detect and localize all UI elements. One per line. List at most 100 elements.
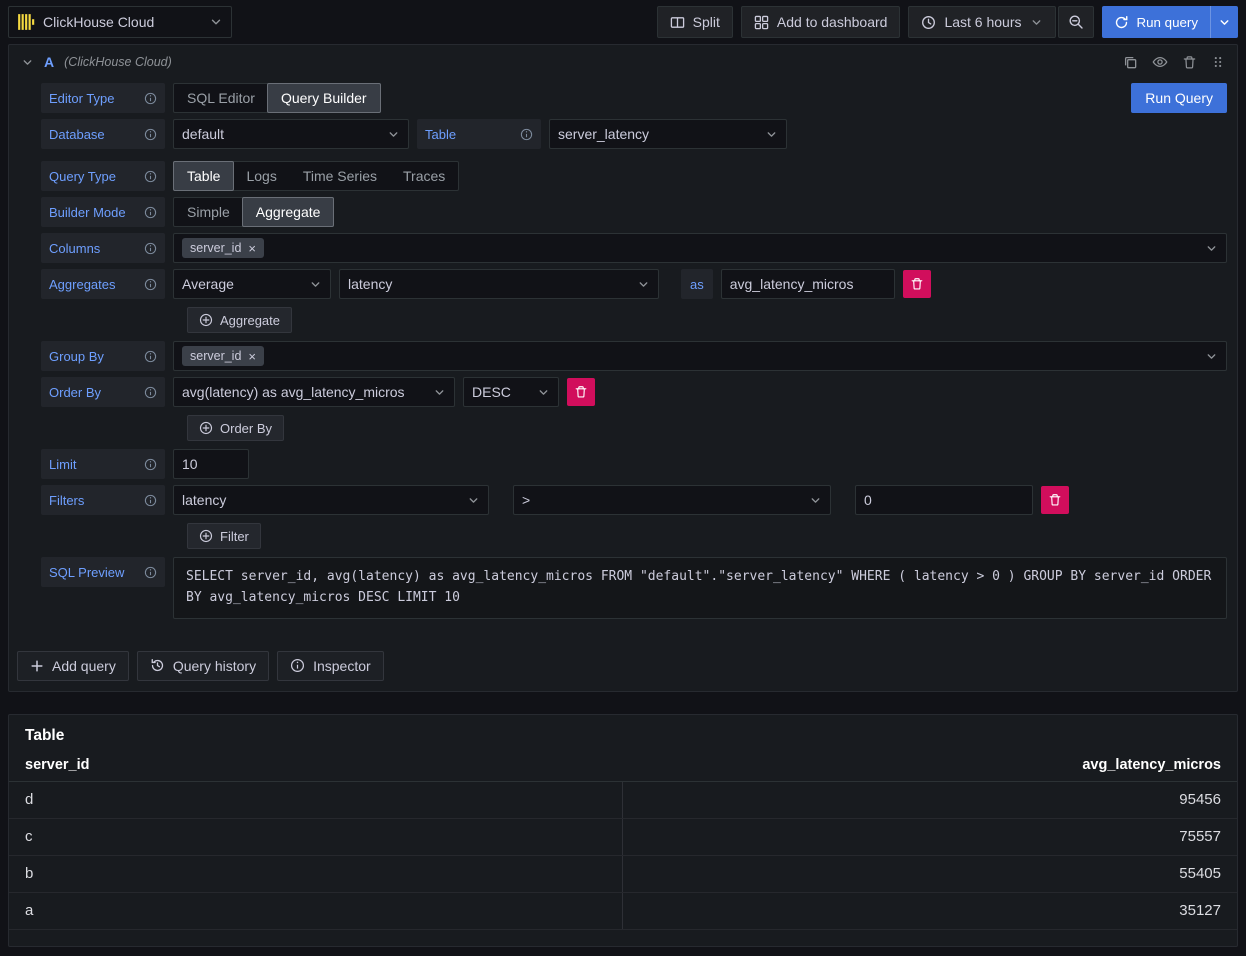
filter-field-select[interactable]: latency [173,485,489,515]
datasource-picker[interactable]: ClickHouse Cloud [8,6,232,38]
chevron-down-icon[interactable] [1210,6,1238,38]
order-by-field-select[interactable]: avg(latency) as avg_latency_micros [173,377,455,407]
aggregate-function-select[interactable]: Average [173,269,331,299]
builder-mode-option-simple[interactable]: Simple [174,198,243,226]
database-select[interactable]: default [173,119,409,149]
zoom-out-icon [1068,14,1084,30]
sql-preview-text: SELECT server_id, avg(latency) as avg_la… [173,557,1227,619]
cell-avg-latency: 55405 [623,856,1237,892]
table-select[interactable]: server_latency [549,119,787,149]
history-icon [150,658,165,673]
query-type-option-logs[interactable]: Logs [233,162,289,190]
panel-title: Table [9,723,1237,757]
query-type-option-time-series[interactable]: Time Series [290,162,390,190]
columns-multiselect[interactable]: server_id × [173,233,1227,263]
info-circle-icon[interactable] [144,458,157,471]
info-circle-icon[interactable] [520,128,533,141]
table-header-row: server_id avg_latency_micros [9,757,1237,782]
query-datasource-hint: (ClickHouse Cloud) [64,55,172,69]
filter-value-input[interactable] [855,485,1033,515]
delete-query-trash-icon[interactable] [1182,55,1197,70]
query-history-button[interactable]: Query history [137,651,269,681]
columns-tag: server_id × [182,238,264,258]
table-row: d 95456 [9,782,1237,819]
chevron-down-icon [433,386,446,399]
run-query-button[interactable]: Run query [1102,6,1239,38]
remove-aggregate-button[interactable] [903,270,931,298]
explore-toolbar: ClickHouse Cloud Split Add to dashboard … [0,0,1246,44]
info-circle-icon[interactable] [144,242,157,255]
editor-type-option-query-builder[interactable]: Query Builder [267,83,381,113]
split-button[interactable]: Split [657,6,733,38]
query-type-row: Query Type Table Logs Time Series Traces [41,161,1227,191]
close-icon[interactable]: × [248,242,256,255]
column-header-avg-latency-micros[interactable]: avg_latency_micros [623,757,1237,773]
explore-footer-actions: Add query Query history Inspector [9,625,1237,691]
zoom-out-button[interactable] [1058,6,1094,38]
order-by-direction-select[interactable]: DESC [463,377,559,407]
order-by-label: Order By [41,377,165,407]
chevron-down-icon [209,15,223,29]
info-circle-icon[interactable] [144,92,157,105]
add-aggregate-button[interactable]: Aggregate [187,307,292,333]
add-query-button[interactable]: Add query [17,651,129,681]
info-circle-icon[interactable] [144,494,157,507]
close-icon[interactable]: × [248,350,256,363]
chevron-down-icon [467,494,480,507]
table-label: Table [417,119,541,149]
limit-label: Limit [41,449,165,479]
chevron-down-icon [637,278,650,291]
database-label: Database [41,119,165,149]
drag-handle-icon[interactable] [1211,55,1225,69]
builder-mode-toggle: Simple Aggregate [173,197,334,227]
limit-input[interactable] [173,449,249,479]
column-header-server-id[interactable]: server_id [9,757,623,773]
editor-type-option-sql-editor[interactable]: SQL Editor [174,84,268,112]
inspector-button[interactable]: Inspector [277,651,384,681]
collapse-chevron-icon[interactable] [21,56,34,69]
group-by-multiselect[interactable]: server_id × [173,341,1227,371]
plus-circle-icon [199,421,213,435]
chevron-down-icon [1205,350,1218,363]
info-circle-icon[interactable] [144,278,157,291]
add-order-by-button[interactable]: Order By [187,415,284,441]
split-icon [670,15,685,30]
info-circle-icon[interactable] [144,128,157,141]
add-to-dashboard-label: Add to dashboard [777,14,888,30]
trash-icon [910,277,924,291]
toolbar-actions: Split Add to dashboard Last 6 hours Run … [657,6,1238,38]
query-type-label: Query Type [41,161,165,191]
query-ref-id: A [44,54,54,70]
sql-preview-label: SQL Preview [41,557,165,587]
duplicate-query-icon[interactable] [1123,55,1138,70]
builder-mode-option-aggregate[interactable]: Aggregate [242,197,335,227]
chevron-down-icon [387,128,400,141]
add-filter-button[interactable]: Filter [187,523,261,549]
alias-as-label: as [681,269,713,299]
info-circle-icon[interactable] [144,170,157,183]
hide-query-eye-icon[interactable] [1152,54,1168,70]
time-range-label: Last 6 hours [944,14,1021,30]
run-query-label: Run query [1137,15,1199,30]
remove-filter-button[interactable] [1041,486,1069,514]
query-type-option-traces[interactable]: Traces [390,162,458,190]
remove-order-by-button[interactable] [567,378,595,406]
query-type-option-table[interactable]: Table [173,161,234,191]
split-label: Split [693,14,720,30]
info-circle-icon[interactable] [144,566,157,579]
add-to-dashboard-button[interactable]: Add to dashboard [741,6,901,38]
info-circle-icon[interactable] [144,386,157,399]
run-query-inline-button[interactable]: Run Query [1131,83,1227,113]
query-type-toggle: Table Logs Time Series Traces [173,161,459,191]
filters-row: Filters latency > [41,485,1227,515]
info-circle-icon[interactable] [144,206,157,219]
info-circle-icon[interactable] [144,350,157,363]
filter-operator-select[interactable]: > [513,485,831,515]
aggregate-alias-input[interactable] [721,269,895,299]
time-range-picker[interactable]: Last 6 hours [908,6,1055,38]
database-table-row: Database default Table server_latency [41,119,1227,149]
plus-icon [30,659,44,673]
aggregate-column-select[interactable]: latency [339,269,659,299]
columns-row: Columns server_id × [41,233,1227,263]
order-by-row: Order By avg(latency) as avg_latency_mic… [41,377,1227,407]
